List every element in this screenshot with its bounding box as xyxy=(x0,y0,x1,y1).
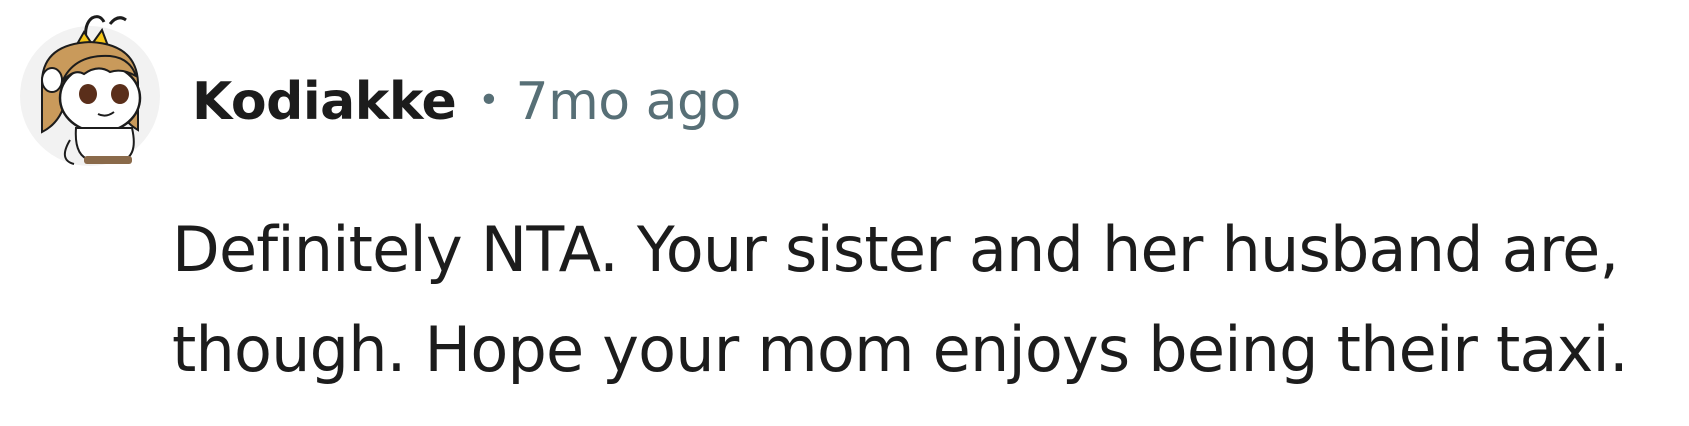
timestamp-link[interactable]: 7mo ago xyxy=(516,72,742,132)
snoo-avatar-icon xyxy=(20,15,160,166)
comment-body: Definitely NTA. Your sister and her husb… xyxy=(172,200,1672,400)
comment-body-line: Definitely NTA. Your sister and her husb… xyxy=(172,213,1619,286)
comment-body-line: though. Hope your mom enjoys being their… xyxy=(172,313,1629,386)
comment: Kodiakke • 7mo ago Definitely NTA. Your … xyxy=(0,0,1689,426)
username-link[interactable]: Kodiakke xyxy=(192,72,457,132)
separator-dot: • xyxy=(478,79,500,121)
avatar[interactable] xyxy=(14,10,166,170)
comment-meta: Kodiakke • 7mo ago xyxy=(192,66,741,138)
